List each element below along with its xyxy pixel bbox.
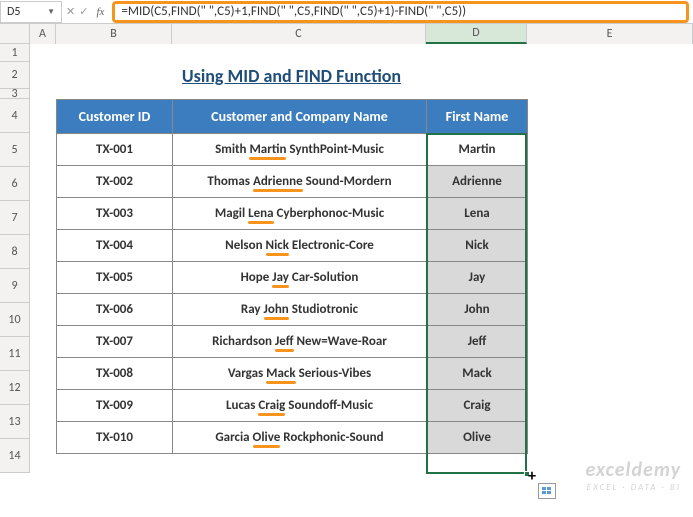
cell-customer-id[interactable]: TX-005 [57, 262, 173, 294]
cell-customer-id[interactable]: TX-009 [57, 390, 173, 422]
col-header-d[interactable]: D [426, 24, 527, 44]
name-box-value: D5 [7, 5, 20, 19]
table-row: TX-001Smith Martin SynthPoint-MusicMarti… [57, 134, 528, 166]
formula-buttons: ✕ ✓ fx [62, 5, 112, 18]
cell-company-name[interactable]: Magil Lena Cyberphonoc-Music [173, 198, 427, 230]
cell-customer-id[interactable]: TX-007 [57, 326, 173, 358]
table-row: TX-009Lucas Craig Soundoff-MusicCraig [57, 390, 528, 422]
row-header-1[interactable]: 1 [0, 44, 30, 62]
row-header-13[interactable]: 13 [0, 405, 30, 439]
cancel-icon[interactable]: ✕ [66, 5, 75, 18]
cell-customer-id[interactable]: TX-008 [57, 358, 173, 390]
header-company-name[interactable]: Customer and Company Name [173, 100, 427, 134]
autofill-options-icon[interactable] [538, 483, 556, 499]
row-header-4[interactable]: 4 [0, 99, 30, 133]
watermark: exceldemy EXCEL · DATA · BI [586, 458, 681, 493]
row-header-2[interactable]: 2 [0, 62, 30, 89]
table-row: TX-006Ray John StudiotronicJohn [57, 294, 528, 326]
row-header-6[interactable]: 6 [0, 167, 30, 201]
row-header-7[interactable]: 7 [0, 201, 30, 235]
cell-customer-id[interactable]: TX-003 [57, 198, 173, 230]
cell-first-name[interactable]: Mack [427, 358, 528, 390]
cell-first-name[interactable]: Jay [427, 262, 528, 294]
table-row: TX-008Vargas Mack Serious-VibesMack [57, 358, 528, 390]
col-header-c[interactable]: C [172, 24, 426, 44]
cell-first-name[interactable]: Nick [427, 230, 528, 262]
cell-first-name[interactable]: Lena [427, 198, 528, 230]
formula-text: =MID(C5,FIND(" ",C5)+1,FIND(" ",C5,FIND(… [121, 4, 466, 19]
name-box[interactable]: D5 ▼ [0, 1, 62, 23]
header-first-name[interactable]: First Name [427, 100, 528, 134]
cell-company-name[interactable]: Thomas Adrienne Sound-Mordern [173, 166, 427, 198]
table-row: TX-003Magil Lena Cyberphonoc-MusicLena [57, 198, 528, 230]
cell-company-name[interactable]: Vargas Mack Serious-Vibes [173, 358, 427, 390]
table-row: TX-005Hope Jay Car-SolutionJay [57, 262, 528, 294]
cell-first-name[interactable]: Jeff [427, 326, 528, 358]
row-header-11[interactable]: 11 [0, 337, 30, 371]
cell-company-name[interactable]: Nelson Nick Electronic-Core [173, 230, 427, 262]
header-customer-id[interactable]: Customer ID [57, 100, 173, 134]
formula-input[interactable]: =MID(C5,FIND(" ",C5)+1,FIND(" ",C5,FIND(… [112, 1, 689, 23]
col-header-b[interactable]: B [56, 24, 172, 44]
column-headers: A B C D E [0, 24, 693, 44]
cell-first-name[interactable]: Olive [427, 422, 528, 454]
cell-customer-id[interactable]: TX-004 [57, 230, 173, 262]
name-box-dropdown-icon[interactable]: ▼ [47, 7, 55, 17]
fill-cursor-icon: + [528, 467, 536, 486]
page-title: Using MID and FIND Function [182, 65, 401, 87]
watermark-main: exceldemy [586, 458, 681, 482]
col-header-a[interactable]: A [30, 24, 56, 44]
table-row: TX-004Nelson Nick Electronic-CoreNick [57, 230, 528, 262]
cell-first-name[interactable]: John [427, 294, 528, 326]
table-row: TX-010Garcia Olive Rockphonic-SoundOlive [57, 422, 528, 454]
row-header-10[interactable]: 10 [0, 303, 30, 337]
cell-first-name[interactable]: Adrienne [427, 166, 528, 198]
row-header-8[interactable]: 8 [0, 235, 30, 269]
row-header-9[interactable]: 9 [0, 269, 30, 303]
table-header-row: Customer ID Customer and Company Name Fi… [57, 100, 528, 134]
cell-customer-id[interactable]: TX-002 [57, 166, 173, 198]
cell-company-name[interactable]: Hope Jay Car-Solution [173, 262, 427, 294]
row-header-5[interactable]: 5 [0, 133, 30, 167]
cell-first-name[interactable]: Craig [427, 390, 528, 422]
row-header-14[interactable]: 14 [0, 439, 30, 473]
cell-company-name[interactable]: Richardson Jeff New=Wave-Roar [173, 326, 427, 358]
cell-company-name[interactable]: Smith Martin SynthPoint-Music [173, 134, 427, 166]
cell-customer-id[interactable]: TX-010 [57, 422, 173, 454]
table-row: TX-007Richardson Jeff New=Wave-RoarJeff [57, 326, 528, 358]
fx-icon[interactable]: fx [92, 6, 108, 18]
row-header-3[interactable]: 3 [0, 89, 30, 99]
cell-company-name[interactable]: Lucas Craig Soundoff-Music [173, 390, 427, 422]
row-header-12[interactable]: 12 [0, 371, 30, 405]
watermark-sub: EXCEL · DATA · BI [586, 482, 681, 493]
cell-customer-id[interactable]: TX-006 [57, 294, 173, 326]
data-table: Customer ID Customer and Company Name Fi… [56, 99, 528, 454]
cell-company-name[interactable]: Garcia Olive Rockphonic-Sound [173, 422, 427, 454]
col-header-e[interactable]: E [527, 24, 693, 44]
enter-icon[interactable]: ✓ [79, 5, 88, 18]
table-row: TX-002Thomas Adrienne Sound-MordernAdrie… [57, 166, 528, 198]
cell-company-name[interactable]: Ray John Studiotronic [173, 294, 427, 326]
formula-bar: D5 ▼ ✕ ✓ fx =MID(C5,FIND(" ",C5)+1,FIND(… [0, 0, 693, 24]
cell-customer-id[interactable]: TX-001 [57, 134, 173, 166]
select-all-corner[interactable] [0, 24, 30, 44]
cell-first-name[interactable]: Martin [427, 134, 528, 166]
